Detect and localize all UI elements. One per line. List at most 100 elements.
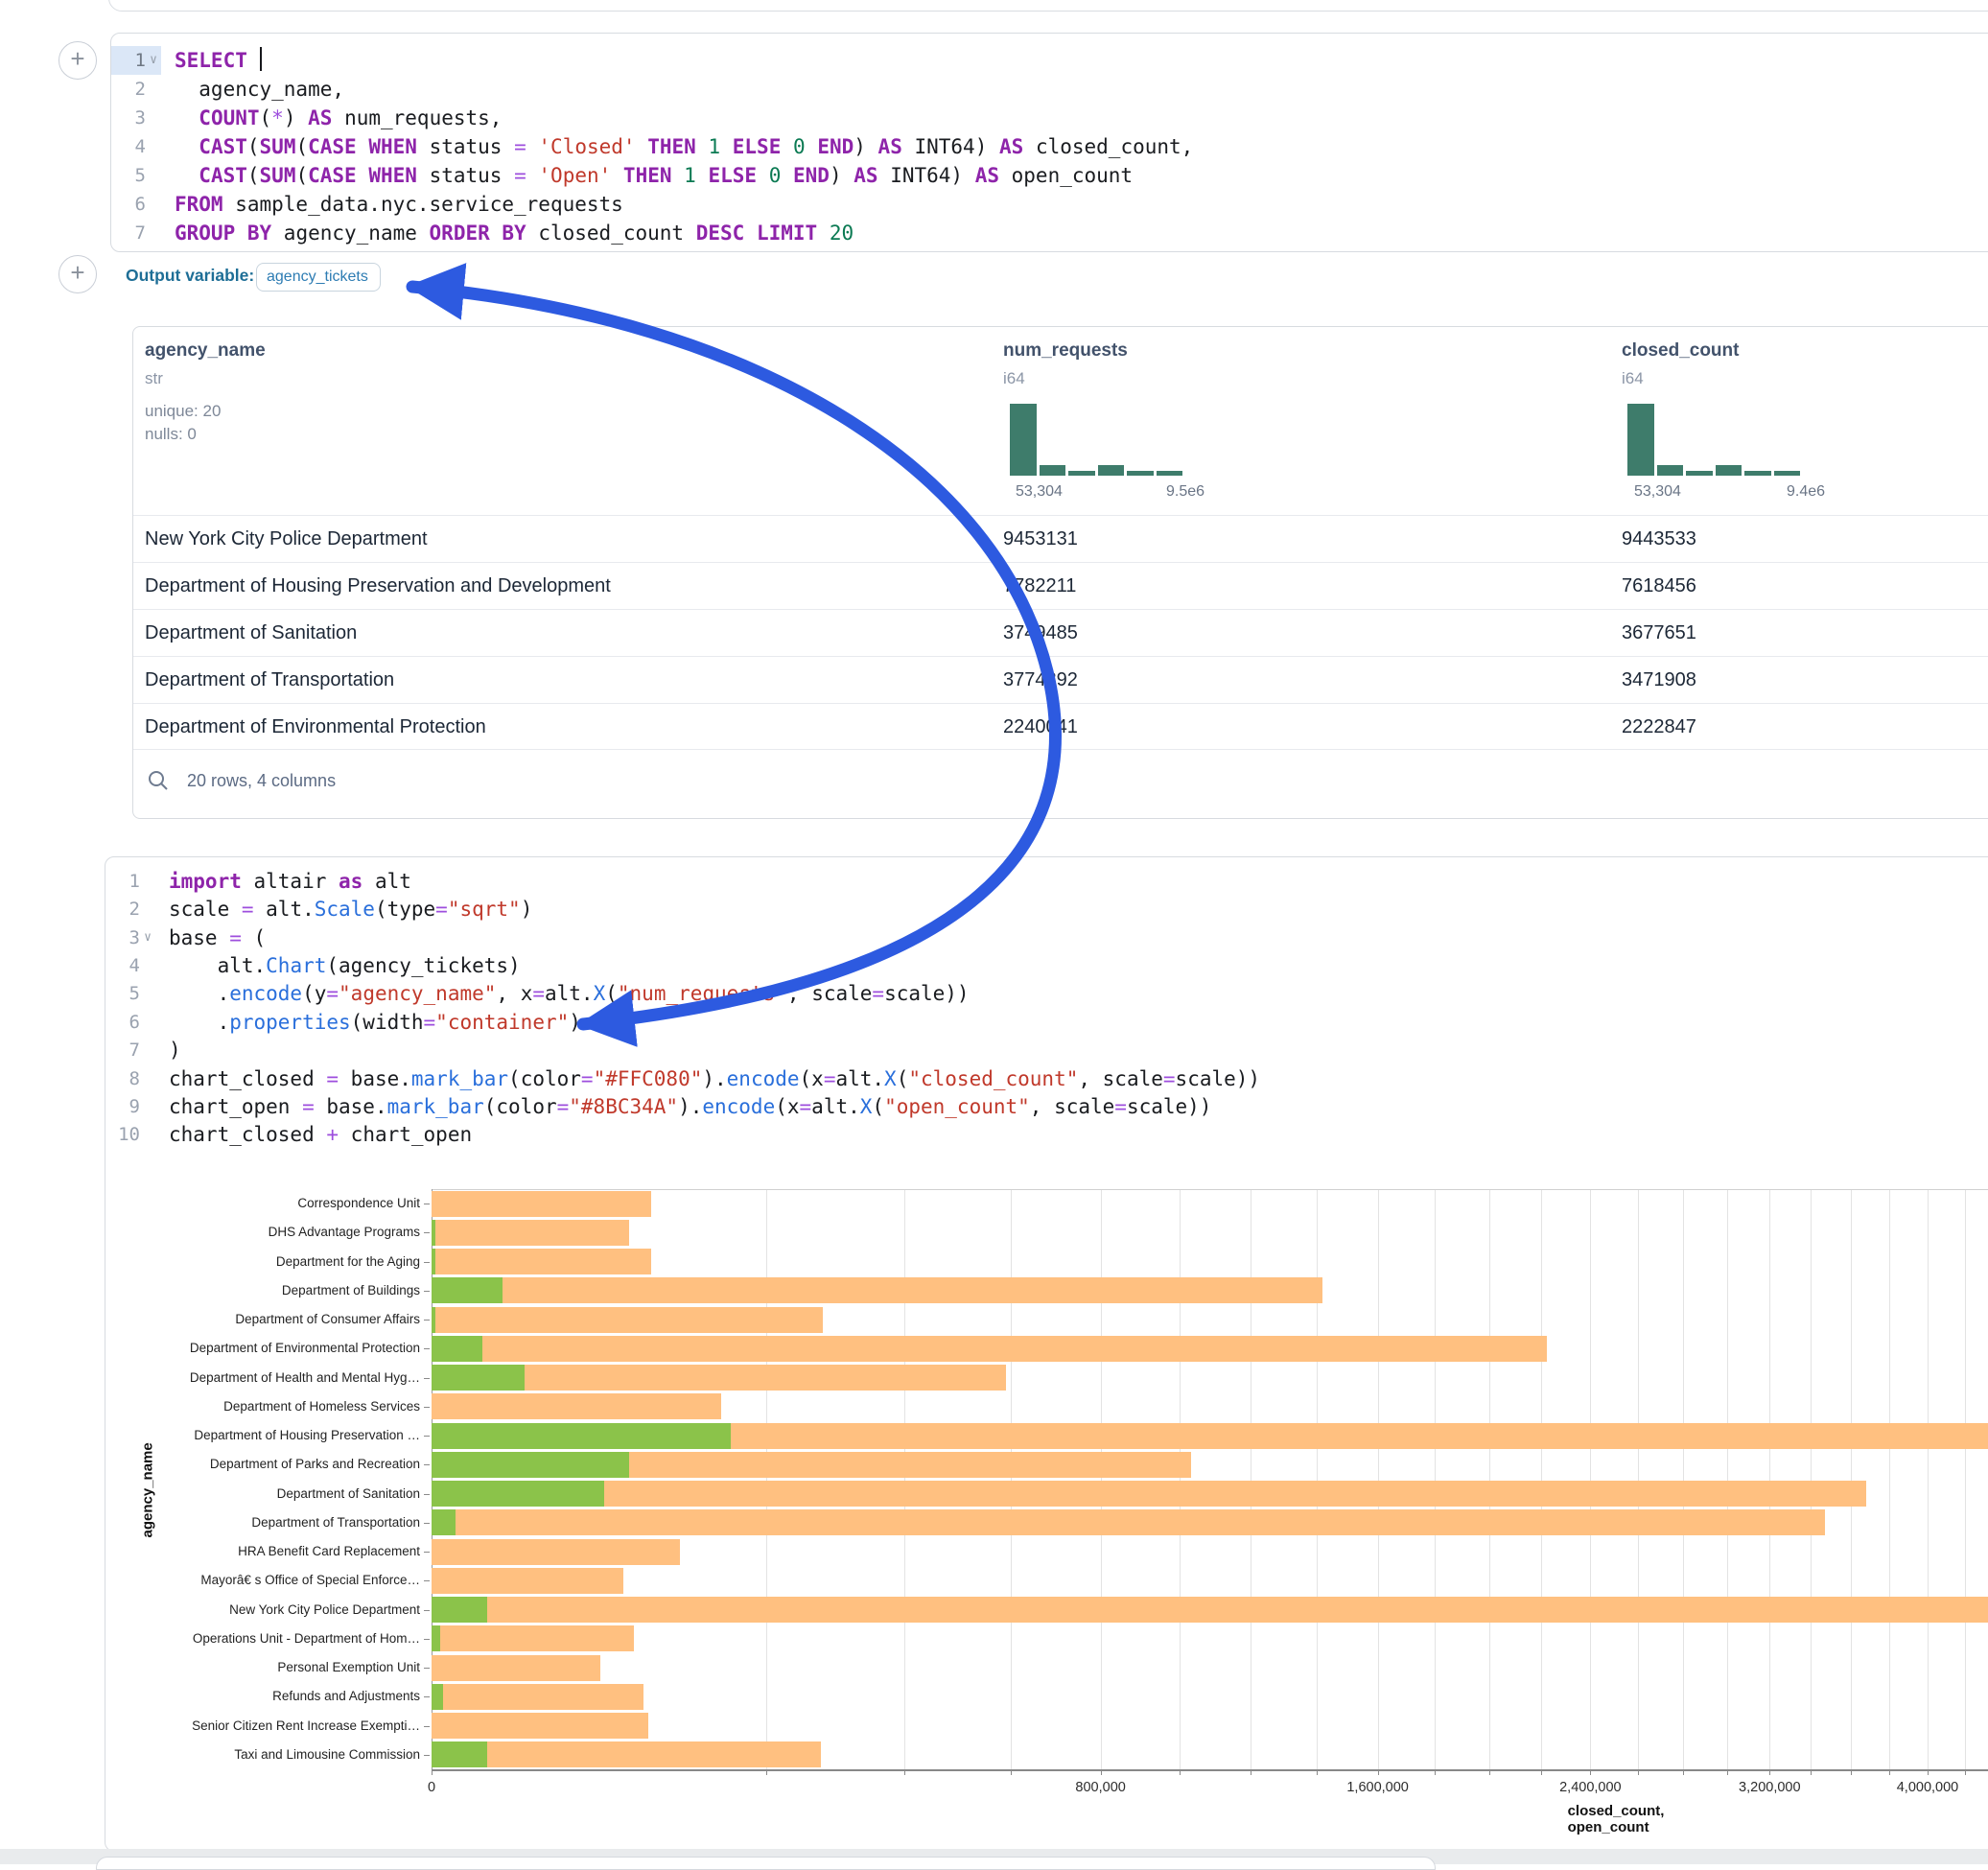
column-header-closed-count[interactable]: closed_count [1622, 340, 1739, 362]
y-axis-tick [424, 1726, 430, 1727]
code-line[interactable]: 1∨SELECT [111, 46, 262, 75]
gridline [1889, 1189, 1890, 1769]
line-number: 4 [111, 132, 161, 161]
y-axis-tick [424, 1696, 430, 1697]
code-line[interactable]: 3 COUNT(*) AS num_requests, [111, 104, 502, 132]
footer-divider [133, 749, 1988, 750]
bar-open [432, 1220, 435, 1246]
code-text: scale = alt.Scale(type="sqrt") [155, 895, 532, 923]
histogram-bar [1627, 404, 1654, 476]
column-type: i64 [1003, 369, 1025, 388]
code-line[interactable]: 3∨base = ( [105, 923, 266, 951]
y-axis-tick [424, 1580, 430, 1581]
code-line[interactable]: 10chart_closed + chart_open [105, 1121, 472, 1149]
code-text: alt.Chart(agency_tickets) [155, 951, 521, 980]
table-row[interactable]: Department of Environmental Protection22… [133, 703, 1988, 751]
code-line[interactable]: 6FROM sample_data.nyc.service_requests [111, 190, 623, 219]
y-axis-tick [424, 1639, 430, 1640]
x-axis-tick-label: 3,200,000 [1739, 1780, 1801, 1795]
bar-closed [432, 1568, 623, 1594]
text-cursor [260, 47, 263, 71]
output-variable-pill[interactable]: agency_tickets [256, 263, 381, 292]
histogram-bar [1657, 465, 1684, 476]
x-axis-domain [432, 1769, 1988, 1771]
table-row[interactable]: Department of Housing Preservation and D… [133, 562, 1988, 610]
add-cell-button[interactable]: + [58, 41, 97, 80]
x-axis-title: closed_count, open_count [1568, 1803, 1665, 1835]
y-axis-tick [424, 1320, 430, 1321]
code-line[interactable]: 2 agency_name, [111, 75, 344, 104]
code-text: CAST(SUM(CASE WHEN status = 'Closed' THE… [161, 132, 1193, 161]
bar-open [432, 1597, 487, 1623]
table-row[interactable]: Department of Sanitation37494853677651 [133, 609, 1988, 657]
line-number: 7 [105, 1036, 155, 1064]
code-line[interactable]: 9chart_open = base.mark_bar(color="#8BC3… [105, 1092, 1211, 1120]
y-axis-tick [424, 1348, 430, 1349]
code-line[interactable]: 7) [105, 1036, 181, 1064]
y-axis-tick [424, 1291, 430, 1292]
table-row-count: 20 rows, 4 columns [187, 771, 336, 791]
y-axis-label: Department of Environmental Protection [105, 1334, 420, 1363]
code-line[interactable]: 8chart_closed = base.mark_bar(color="#FF… [105, 1064, 1260, 1092]
column-header-agency-name[interactable]: agency_name [145, 340, 266, 362]
code-line[interactable]: 5 .encode(y="agency_name", x=alt.X("num_… [105, 980, 970, 1008]
gridline [1435, 1189, 1436, 1769]
bar-open [432, 1452, 629, 1478]
bar-closed [432, 1307, 823, 1333]
bar-closed [432, 1277, 1322, 1303]
bar-open [432, 1277, 503, 1303]
line-number: 10 [105, 1120, 155, 1149]
fold-chevron-icon[interactable]: ∨ [140, 923, 155, 952]
bar-open [432, 1684, 443, 1710]
previous-cell-edge [108, 0, 1988, 12]
code-line[interactable]: 5 CAST(SUM(CASE WHEN status = 'Open' THE… [111, 161, 1133, 190]
line-number: 9 [105, 1092, 155, 1121]
python-cell[interactable]: 1import altair as alt2scale = alt.Scale(… [105, 856, 1988, 1852]
y-axis-tick [424, 1378, 430, 1379]
bar-closed [432, 1509, 1825, 1535]
y-axis-label: Operations Unit - Department of Hom… [105, 1625, 420, 1653]
column-type: i64 [1622, 369, 1644, 388]
fold-chevron-icon[interactable]: ∨ [146, 46, 161, 75]
y-axis-label: Mayorâ€ s Office of Special Enforce… [105, 1566, 420, 1595]
cell-agency-name: New York City Police Department [145, 516, 428, 563]
line-number: 2 [111, 75, 161, 104]
code-line[interactable]: 1import altair as alt [105, 867, 411, 895]
bar-closed [432, 1336, 1547, 1362]
gridline [1101, 1189, 1102, 1769]
code-line[interactable]: 4 alt.Chart(agency_tickets) [105, 951, 521, 979]
y-axis-domain [432, 1189, 433, 1769]
code-line[interactable]: 4 CAST(SUM(CASE WHEN status = 'Closed' T… [111, 132, 1193, 161]
sql-cell[interactable]: 1∨SELECT 2 agency_name,3 COUNT(*) AS num… [110, 33, 1988, 252]
code-line[interactable]: 7GROUP BY agency_name ORDER BY closed_co… [111, 219, 854, 247]
y-axis-label: Correspondence Unit [105, 1189, 420, 1218]
add-cell-button-2[interactable]: + [58, 255, 97, 293]
code-line[interactable]: 2scale = alt.Scale(type="sqrt") [105, 895, 532, 923]
gridline [1683, 1189, 1684, 1769]
table-row[interactable]: New York City Police Department945313194… [133, 515, 1988, 563]
code-line[interactable]: 6 .properties(width="container") [105, 1008, 581, 1036]
y-axis-tick [424, 1494, 430, 1495]
cell-closed-count: 9443533 [1622, 516, 1696, 563]
bar-closed [432, 1713, 648, 1739]
gridline [1317, 1189, 1318, 1769]
line-number: 6 [111, 190, 161, 219]
column-header-num-requests[interactable]: num_requests [1003, 340, 1128, 362]
cell-num-requests: 3774892 [1003, 657, 1078, 704]
gridline [1727, 1189, 1728, 1769]
cell-num-requests: 2240041 [1003, 704, 1078, 751]
y-axis-tick [424, 1436, 430, 1437]
line-number: 4 [105, 951, 155, 980]
code-text: .encode(y="agency_name", x=alt.X("num_re… [155, 979, 970, 1008]
histogram-bar [1157, 471, 1183, 476]
line-number: 1∨ [111, 46, 161, 75]
histogram-bar [1686, 471, 1713, 476]
y-axis-label: Department for the Aging [105, 1248, 420, 1276]
x-axis-tick-label: 2,400,000 [1559, 1780, 1622, 1795]
column-stat-nulls: nulls: 0 [145, 425, 197, 444]
hist-min-label: 53,304 [1016, 483, 1063, 501]
search-icon[interactable] [147, 769, 170, 792]
code-text: chart_closed + chart_open [155, 1120, 472, 1149]
y-axis-label: Department of Homeless Services [105, 1392, 420, 1421]
table-row[interactable]: Department of Transportation377489234719… [133, 656, 1988, 704]
